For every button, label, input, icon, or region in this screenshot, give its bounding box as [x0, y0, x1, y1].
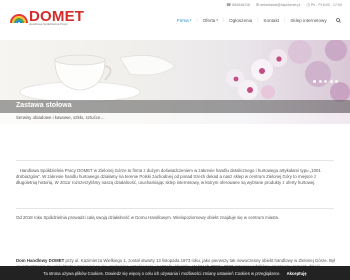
slider-dot[interactable]	[335, 80, 338, 83]
chevron-down-icon: ▾	[189, 18, 192, 22]
logo[interactable]: DOMET Handlowa Spółdzielnia Pracy	[10, 8, 84, 26]
logo-subtitle: Handlowa Spółdzielnia Pracy	[29, 22, 68, 26]
rainbow-logo-icon	[10, 14, 28, 24]
phone-contact[interactable]: ☎ 684548116	[226, 2, 250, 7]
mail-icon: ✉	[255, 2, 260, 7]
chevron-down-icon: ▾	[216, 18, 218, 22]
cookie-bar: Ta strona używa plików Cookies. Dowiedz …	[0, 266, 350, 280]
main-content: Handlowa Spółdzielnia Pracy DOMET w Ziel…	[0, 124, 350, 275]
about-paragraph: Handlowa Spółdzielnia Pracy DOMET w Ziel…	[16, 168, 336, 186]
topbar: ☎ 684548116 ✉ sekretariat@hspdomet.pl ◷ Pn …	[226, 2, 342, 7]
slider-dot[interactable]	[329, 80, 333, 83]
nav-label: Ogłoszenia	[229, 17, 253, 23]
phone-icon: ☎	[226, 2, 232, 7]
nav-item-kontakt[interactable]: Kontakt	[258, 15, 284, 25]
clock-icon: ◷	[306, 2, 310, 7]
about-text: Handlowa Spółdzielnia Pracy DOMET w Ziel…	[16, 168, 321, 186]
section-divider	[16, 208, 334, 248]
history-strong: Dom Handlowy DOMET	[16, 258, 65, 263]
location-paragraph: Od 2018 roku Spółdzielnia prowadzi całą …	[16, 215, 280, 220]
hero-title-bar: Zastawa stołowa	[0, 100, 350, 113]
slider-dot[interactable]	[318, 80, 322, 83]
hero-caption-bar: Serwisy obiadowe i kawowe, szkło, sztućc…	[0, 113, 350, 124]
hero-slider[interactable]: Zastawa stołowa Serwisy obiadowe i kawow…	[0, 40, 350, 124]
site-header: DOMET Handlowa Spółdzielnia Pracy ☎ 68454…	[0, 0, 350, 40]
nav-label: Sklep internetowy	[290, 17, 327, 23]
nav-item-ogloszenia[interactable]: Ogłoszenia	[224, 15, 257, 25]
slider-dot[interactable]	[313, 80, 316, 83]
nav-label: Kontakt	[263, 17, 280, 23]
email-contact[interactable]: ✉ sekretariat@hspdomet.pl	[256, 2, 300, 7]
nav-item-sklep[interactable]: Sklep internetowy	[285, 15, 331, 25]
nav-item-firma[interactable]: Firma ▾	[172, 15, 196, 25]
slider-dots	[313, 80, 338, 83]
hero-title: Zastawa stołowa	[16, 102, 72, 109]
phone-number: 684548116	[232, 2, 250, 7]
hero-caption: Serwisy obiadowe i kawowe, szkło, sztućc…	[16, 115, 105, 120]
slider-dot[interactable]	[324, 80, 327, 83]
cookie-text: Ta strona używa plików Cookies. Dowiedz …	[43, 270, 281, 276]
email-address: sekretariat@hspdomet.pl	[260, 2, 301, 7]
nav-label: Oferta	[202, 17, 216, 23]
opening-hours: ◷ Pn - Pt 8:00 - 17:00	[306, 2, 342, 7]
nav-label: Firma	[177, 17, 189, 23]
search-button[interactable]	[332, 17, 341, 23]
cookie-accept-button[interactable]: Akceptuję	[287, 271, 307, 276]
hours-text: Pn - Pt 8:00 - 17:00	[310, 2, 342, 7]
search-icon	[335, 17, 341, 23]
nav-item-oferta[interactable]: Oferta ▾	[198, 15, 223, 25]
main-nav: Firma ▾ | Oferta ▾ | Ogłoszenia | Kontakt …	[172, 15, 341, 25]
